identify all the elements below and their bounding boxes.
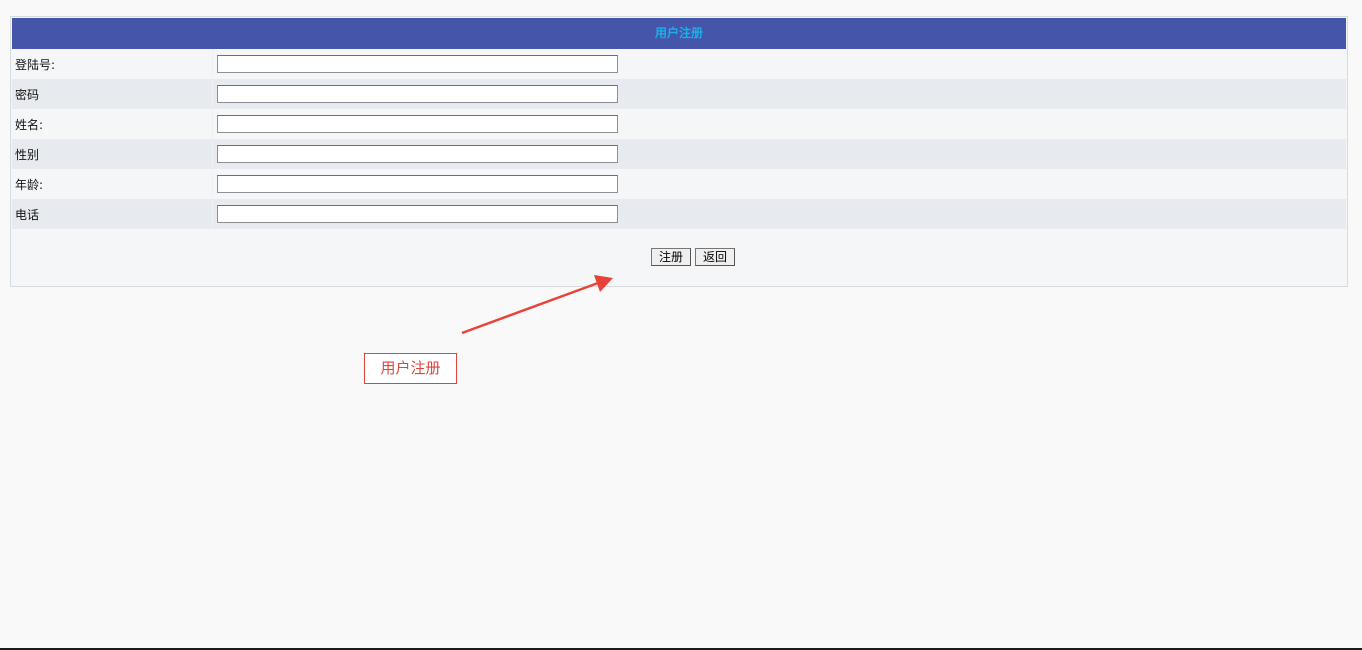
form-row-gender: 性别	[12, 139, 1346, 169]
login-id-cell	[212, 49, 1346, 79]
age-label: 年龄:	[15, 177, 44, 192]
form-row-password: 密码	[12, 79, 1346, 109]
phone-cell	[212, 199, 1346, 229]
login-id-input[interactable]	[217, 55, 618, 73]
password-label: 密码	[15, 87, 40, 102]
annotation-label: 用户注册	[364, 353, 457, 384]
phone-input[interactable]	[217, 205, 618, 223]
register-button[interactable]: 注册	[650, 248, 691, 266]
password-cell	[212, 79, 1346, 109]
name-cell	[212, 109, 1346, 139]
form-actions: 注册 返回	[11, 248, 1347, 268]
age-cell	[212, 169, 1346, 199]
gender-cell	[212, 139, 1346, 169]
register-form: 用户注册 登陆号: 密码 姓名: 性别 年龄: 电话 注册 返回	[10, 16, 1348, 287]
form-row-age: 年龄:	[12, 169, 1346, 199]
name-label: 姓名:	[15, 117, 44, 132]
form-row-phone: 电话	[12, 199, 1346, 229]
page: 用户注册 登陆号: 密码 姓名: 性别 年龄: 电话 注册 返回 用户注册	[0, 0, 1362, 650]
gender-input[interactable]	[217, 145, 618, 163]
password-input[interactable]	[217, 85, 618, 103]
annotation-arrow-shaft	[461, 281, 599, 335]
form-title: 用户注册	[12, 18, 1346, 49]
back-button[interactable]: 返回	[695, 248, 736, 266]
name-input[interactable]	[217, 115, 618, 133]
phone-label: 电话	[15, 207, 40, 222]
age-input[interactable]	[217, 175, 618, 193]
form-row-name: 姓名:	[12, 109, 1346, 139]
gender-label: 性别	[15, 147, 40, 162]
login-id-label: 登陆号:	[15, 57, 56, 72]
form-row-login-id: 登陆号:	[12, 49, 1346, 79]
